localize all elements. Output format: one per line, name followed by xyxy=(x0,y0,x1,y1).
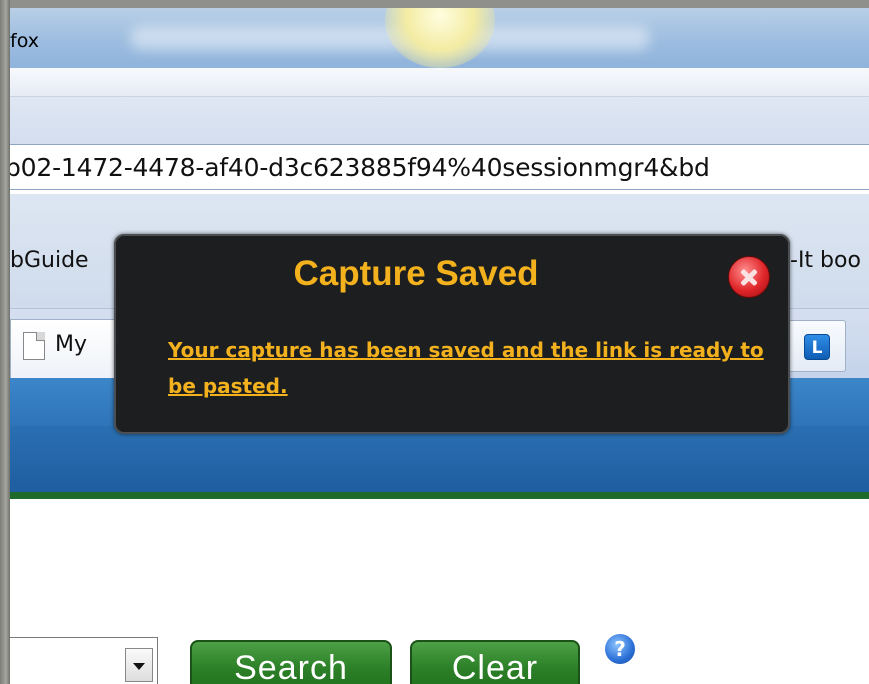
title-glow xyxy=(385,8,495,68)
address-bar[interactable]: b02-1472-4478-af40-d3c623885f94%40sessio… xyxy=(10,144,869,190)
menu-bar xyxy=(10,68,869,97)
window-frame-left xyxy=(0,0,10,684)
tab-label: My xyxy=(55,332,88,357)
notification-message-link[interactable]: Your capture has been saved and the link… xyxy=(168,332,768,404)
page-content: Search Clear ? xyxy=(10,499,869,684)
navigation-toolbar xyxy=(10,97,869,149)
search-field-select[interactable] xyxy=(10,637,158,684)
l-logo-icon: L xyxy=(804,334,830,360)
header-divider xyxy=(10,492,869,499)
chevron-down-icon[interactable] xyxy=(125,648,153,682)
help-icon[interactable]: ? xyxy=(605,634,635,664)
notification-title: Capture Saved xyxy=(293,254,539,293)
page-icon xyxy=(23,332,45,360)
close-icon[interactable] xyxy=(728,256,770,298)
bookmark-item-left[interactable]: bGuide xyxy=(10,248,89,273)
tab-active[interactable]: My xyxy=(10,319,130,379)
site-nav-bar xyxy=(10,426,869,492)
bookmark-item-right[interactable]: -It boo xyxy=(790,248,861,273)
window-title: fox xyxy=(10,30,39,52)
title-bar: fox xyxy=(10,8,869,68)
capture-saved-notification: Capture Saved Your capture has been save… xyxy=(114,234,790,434)
browser-window: fox b02-1472-4478-af40-d3c623885f94%40se… xyxy=(10,8,869,684)
clear-button[interactable]: Clear xyxy=(410,640,580,684)
address-bar-url[interactable]: b02-1472-4478-af40-d3c623885f94%40sessio… xyxy=(10,153,710,182)
search-button[interactable]: Search xyxy=(190,640,392,684)
